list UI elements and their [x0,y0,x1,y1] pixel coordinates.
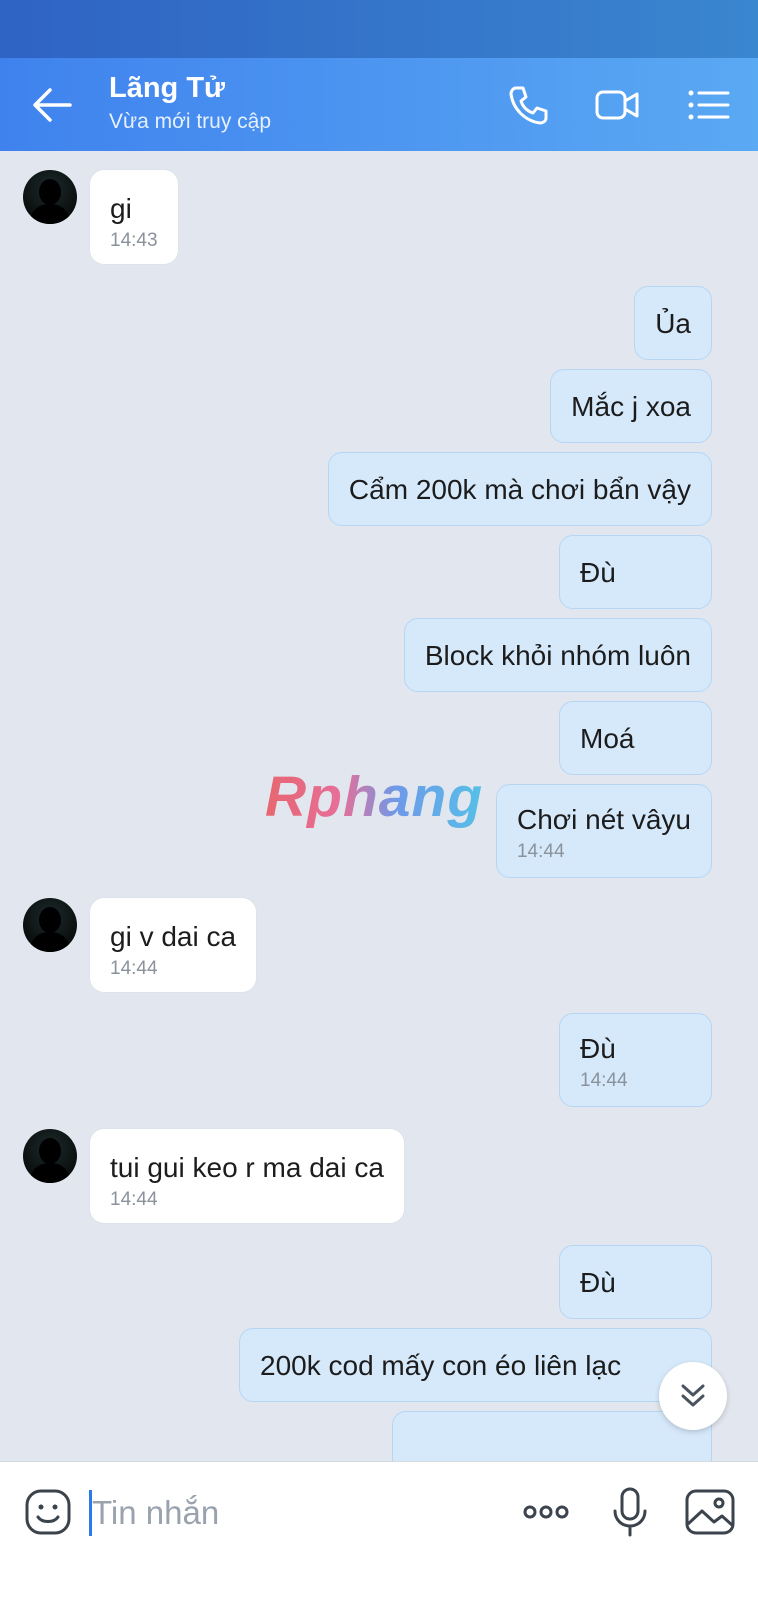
menu-list-icon[interactable] [686,82,732,128]
message-text: gi v dai ca [110,921,237,952]
message-bubble-outgoing-partial[interactable] [392,1411,712,1461]
message-list[interactable]: gi 14:43 Ủa Mắc j xoa Cẩm 200k mà chơi b… [0,151,758,1461]
chat-header: Lãng Tử Vừa mới truy cập [0,58,758,151]
message-bubble-incoming[interactable]: gi v dai ca 14:44 [90,898,257,992]
more-icon[interactable] [520,1486,572,1538]
message-bubble-outgoing[interactable]: Mắc j xoa [550,369,712,443]
status-bar [0,0,758,58]
message-bubble-outgoing[interactable]: Chơi nét vâyu 14:44 [495,784,712,878]
image-icon[interactable] [684,1486,736,1538]
message-text: gi [110,193,132,224]
message-time: 14:43 [110,230,158,251]
message-text: tui gui keo r ma dai ca [110,1152,384,1183]
message-time: 14:44 [516,841,565,862]
message-bubble-incoming[interactable]: tui gui keo r ma dai ca 14:44 [90,1129,404,1223]
message-bubble-incoming[interactable]: gi 14:43 [90,170,178,264]
message-text: Block khỏi nhóm luôn [424,640,691,671]
message-time: 14:44 [110,958,158,979]
message-bubble-outgoing[interactable]: Đù [559,535,712,609]
message-input[interactable] [92,1486,472,1540]
message-bubble-outgoing[interactable]: Ủa [634,286,712,360]
message-bubble-outgoing[interactable]: Moá [559,701,712,775]
message-text: Đù [580,1033,616,1064]
scroll-to-bottom-button[interactable] [659,1362,727,1430]
back-arrow-icon[interactable] [30,85,74,125]
message-bubble-outgoing[interactable]: 200k cod mấy con éo liên lạc [239,1328,712,1402]
phone-icon[interactable] [505,82,551,128]
last-seen-status: Vừa mới truy cập [109,110,272,133]
message-bubble-outgoing[interactable]: Block khỏi nhóm luôn [403,618,712,692]
message-text: Cẩm 200k mà chơi bẩn vậy [348,474,691,505]
video-camera-icon[interactable] [594,82,640,128]
message-text: Đù [580,1267,616,1298]
contact-name[interactable]: Lãng Tử [109,72,225,105]
message-text: Mắc j xoa [571,391,691,422]
contact-avatar[interactable] [23,170,77,224]
contact-avatar[interactable] [23,898,77,952]
message-text: Ủa [655,308,691,339]
message-text: Đù [580,557,616,588]
contact-avatar[interactable] [23,1129,77,1183]
message-bubble-outgoing[interactable]: Đù 14:44 [559,1013,712,1107]
message-composer [0,1461,758,1600]
message-bubble-outgoing[interactable]: Cẩm 200k mà chơi bẩn vậy [327,452,712,526]
message-text: Chơi nét vâyu [516,804,691,835]
message-time: 14:44 [580,1070,628,1091]
message-bubble-outgoing[interactable]: Đù [559,1245,712,1319]
microphone-icon[interactable] [604,1486,656,1538]
emoji-icon[interactable] [24,1488,72,1536]
message-text: Moá [580,723,635,754]
message-text: 200k cod mấy con éo liên lạc [260,1350,622,1381]
double-chevron-down-icon [681,1384,705,1407]
message-time: 14:44 [110,1189,158,1210]
watermark-logo: Rphang [265,765,484,829]
